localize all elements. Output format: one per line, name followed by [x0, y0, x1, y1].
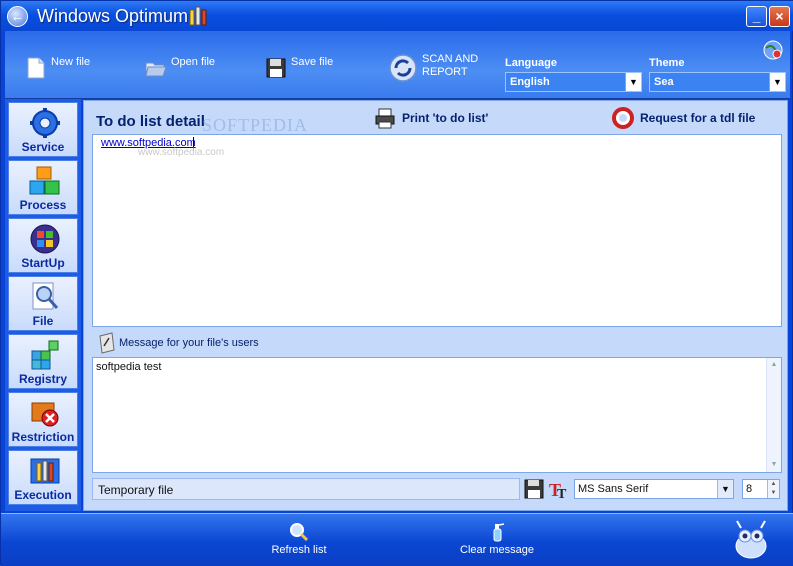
- cubes-icon: [29, 166, 60, 195]
- app-window: ← Windows Optimum _ × New file Open file: [0, 0, 793, 566]
- bottom-bar: Refresh list Clear message: [1, 513, 793, 566]
- todo-title: To do list detail: [96, 113, 205, 130]
- scan-label-line2: REPORT: [422, 66, 468, 78]
- open-file-button[interactable]: Open file: [145, 56, 215, 80]
- todo-watermark: www.softpedia.com: [138, 147, 225, 158]
- svg-text:T: T: [557, 487, 567, 500]
- theme-select[interactable]: Sea ▼: [649, 72, 786, 92]
- sidebar-item-execution[interactable]: Execution: [8, 450, 78, 505]
- sidebar-item-restriction[interactable]: Restriction: [8, 392, 78, 447]
- magnifier-file-icon: [32, 282, 59, 310]
- request-tdl-button[interactable]: Request for a tdl file: [612, 107, 755, 129]
- sidebar-item-label: Service: [21, 140, 65, 154]
- save-disk-icon[interactable]: [524, 479, 544, 499]
- new-file-icon: [27, 57, 45, 79]
- sidebar-item-file[interactable]: File: [8, 276, 78, 331]
- sidebar-item-label: StartUp: [21, 256, 65, 270]
- refresh-list-button[interactable]: Refresh list: [269, 522, 329, 556]
- sidebar-item-process[interactable]: Process: [8, 160, 78, 215]
- clear-message-button[interactable]: Clear message: [457, 522, 537, 556]
- language-value: English: [510, 76, 550, 88]
- minimize-button[interactable]: _: [746, 6, 767, 27]
- title-bar: ← Windows Optimum _ ×: [1, 1, 793, 31]
- save-file-button[interactable]: Save file: [265, 56, 333, 80]
- globe-icon[interactable]: [762, 39, 784, 61]
- open-file-label: Open file: [171, 56, 216, 68]
- back-arrow-icon[interactable]: ←: [7, 6, 28, 27]
- tools-icon: [30, 458, 60, 484]
- refresh-label: Refresh list: [271, 544, 327, 556]
- magnifier-icon: [290, 523, 309, 542]
- registry-cubes-icon: [31, 340, 59, 370]
- language-label: Language: [505, 57, 557, 69]
- printer-icon: [375, 108, 395, 129]
- main-panel: To do list detail SOFTPEDIA Print 'to do…: [83, 100, 788, 511]
- theme-label: Theme: [649, 57, 685, 69]
- request-label: Request for a tdl file: [640, 111, 756, 125]
- scan-and-report-button[interactable]: SCAN AND REPORT: [388, 53, 478, 83]
- save-file-label: Save file: [291, 56, 334, 68]
- windows-logo-icon: [30, 224, 60, 254]
- scan-refresh-icon: [389, 54, 417, 82]
- sidebar-item-startup[interactable]: StartUp: [8, 218, 78, 273]
- message-text: softpedia test: [96, 361, 162, 373]
- gear-icon: [30, 108, 60, 138]
- toolbar: New file Open file Save file SCAN AND RE…: [5, 31, 790, 99]
- chevron-down-icon[interactable]: ▼: [769, 73, 785, 91]
- scroll-up-icon[interactable]: ▲: [767, 358, 781, 372]
- font-icon[interactable]: T T: [548, 478, 570, 500]
- close-button[interactable]: ×: [769, 6, 790, 27]
- clear-label: Clear message: [460, 544, 534, 556]
- sidebar-item-label: Execution: [14, 488, 72, 502]
- chevron-down-icon[interactable]: ▼: [625, 73, 641, 91]
- font-size-value: 8: [746, 483, 753, 495]
- watermark: SOFTPEDIA: [202, 115, 309, 135]
- new-file-button[interactable]: New file: [25, 56, 90, 80]
- message-note-icon: [99, 332, 115, 354]
- font-size-stepper[interactable]: 8 ▲ ▼: [742, 479, 780, 499]
- scroll-down-icon[interactable]: ▼: [767, 458, 781, 472]
- robot-mascot-icon: [735, 520, 767, 559]
- sidebar-item-registry[interactable]: Registry: [8, 334, 78, 389]
- language-select[interactable]: English ▼: [505, 72, 642, 92]
- sidebar-item-service[interactable]: Service: [8, 102, 78, 157]
- spin-arrows-icon[interactable]: ▲ ▼: [767, 480, 779, 498]
- spray-bottle-icon: [493, 523, 505, 542]
- print-todo-button[interactable]: Print 'to do list': [374, 107, 488, 129]
- window-title: Windows Optimum: [37, 6, 189, 26]
- message-label: Message for your file's users: [119, 337, 259, 349]
- new-file-label: New file: [51, 56, 91, 68]
- message-scrollbar[interactable]: ▲ ▼: [766, 358, 781, 472]
- font-family-select[interactable]: MS Sans Serif ▼: [574, 479, 734, 499]
- sidebar-item-label: Registry: [18, 372, 68, 386]
- theme-value: Sea: [654, 76, 674, 88]
- sidebar-item-label: File: [32, 314, 54, 328]
- sidebar: Service Process StartUp File Registry Re…: [5, 99, 81, 511]
- tools-logo-icon: [189, 6, 207, 26]
- message-editor[interactable]: softpedia test ▲ ▼: [92, 357, 782, 473]
- font-family-value: MS Sans Serif: [578, 483, 649, 495]
- scan-label-line1: SCAN AND: [422, 53, 479, 65]
- chevron-down-icon[interactable]: ▼: [717, 480, 733, 498]
- print-label: Print 'to do list': [402, 111, 489, 125]
- restriction-icon: [31, 402, 59, 427]
- message-label-row: Message for your file's users: [98, 332, 259, 354]
- todo-list-editor[interactable]: www.softpedia.com www.softpedia.com: [92, 134, 782, 327]
- sidebar-item-label: Process: [19, 198, 67, 212]
- temporary-file-field[interactable]: Temporary file: [92, 478, 520, 500]
- lifebuoy-icon: [612, 107, 634, 129]
- sidebar-item-label: Restriction: [11, 430, 75, 444]
- open-folder-icon: [145, 62, 167, 77]
- floppy-disk-icon: [266, 58, 286, 78]
